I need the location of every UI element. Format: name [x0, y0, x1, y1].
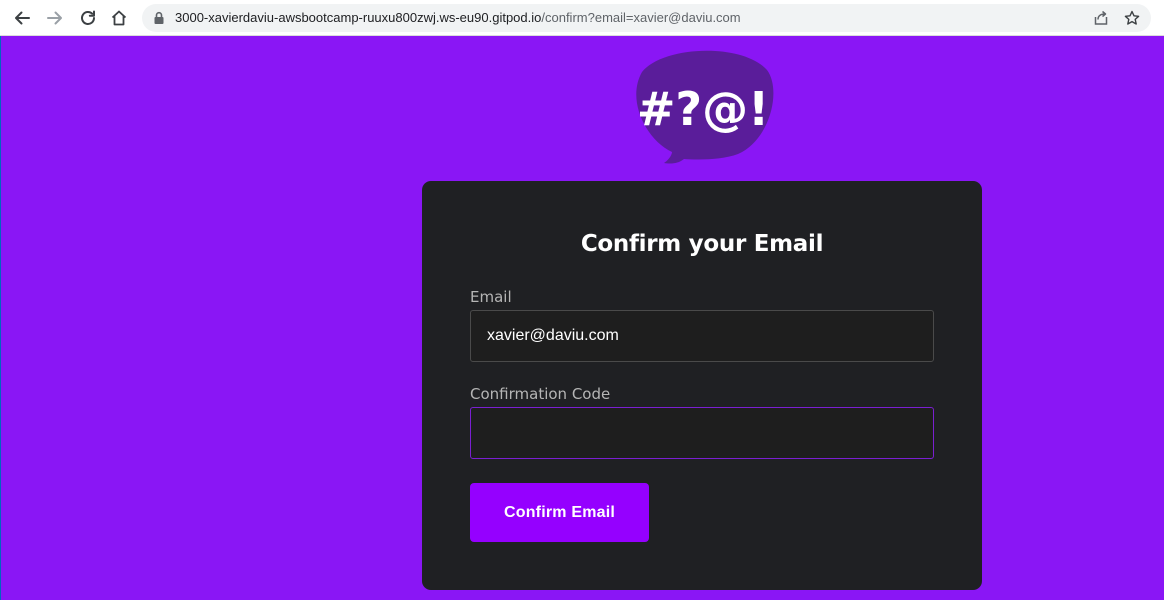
lock-icon[interactable] — [153, 11, 165, 30]
bookmark-star-icon[interactable] — [1123, 9, 1141, 27]
viewport-edge — [0, 36, 1, 600]
logo-text: #?@! — [637, 82, 769, 136]
address-bar[interactable]: 3000-xavierdaviu-awsbootcamp-ruuxu800zwj… — [142, 4, 1151, 32]
url-text: 3000-xavierdaviu-awsbootcamp-ruuxu800zwj… — [175, 11, 741, 25]
email-label: Email — [470, 288, 512, 306]
browser-toolbar: 3000-xavierdaviu-awsbootcamp-ruuxu800zwj… — [0, 0, 1164, 36]
confirmation-code-field[interactable] — [470, 407, 934, 459]
confirm-email-button[interactable]: Confirm Email — [470, 483, 649, 542]
confirmation-code-label: Confirmation Code — [470, 385, 611, 403]
back-icon[interactable] — [10, 6, 34, 30]
email-field[interactable] — [470, 310, 934, 362]
page-title: Confirm your Email — [580, 231, 824, 257]
url-path: /confirm?email=xavier@daviu.com — [541, 10, 741, 25]
home-icon[interactable] — [107, 6, 131, 30]
cruddur-logo: #?@! — [632, 48, 774, 166]
reload-icon[interactable] — [76, 6, 100, 30]
share-icon[interactable] — [1092, 9, 1110, 27]
url-host: 3000-xavierdaviu-awsbootcamp-ruuxu800zwj… — [175, 10, 542, 25]
confirm-card: Confirm your Email Email Confirmation Co… — [422, 181, 982, 590]
forward-icon[interactable] — [43, 6, 67, 30]
